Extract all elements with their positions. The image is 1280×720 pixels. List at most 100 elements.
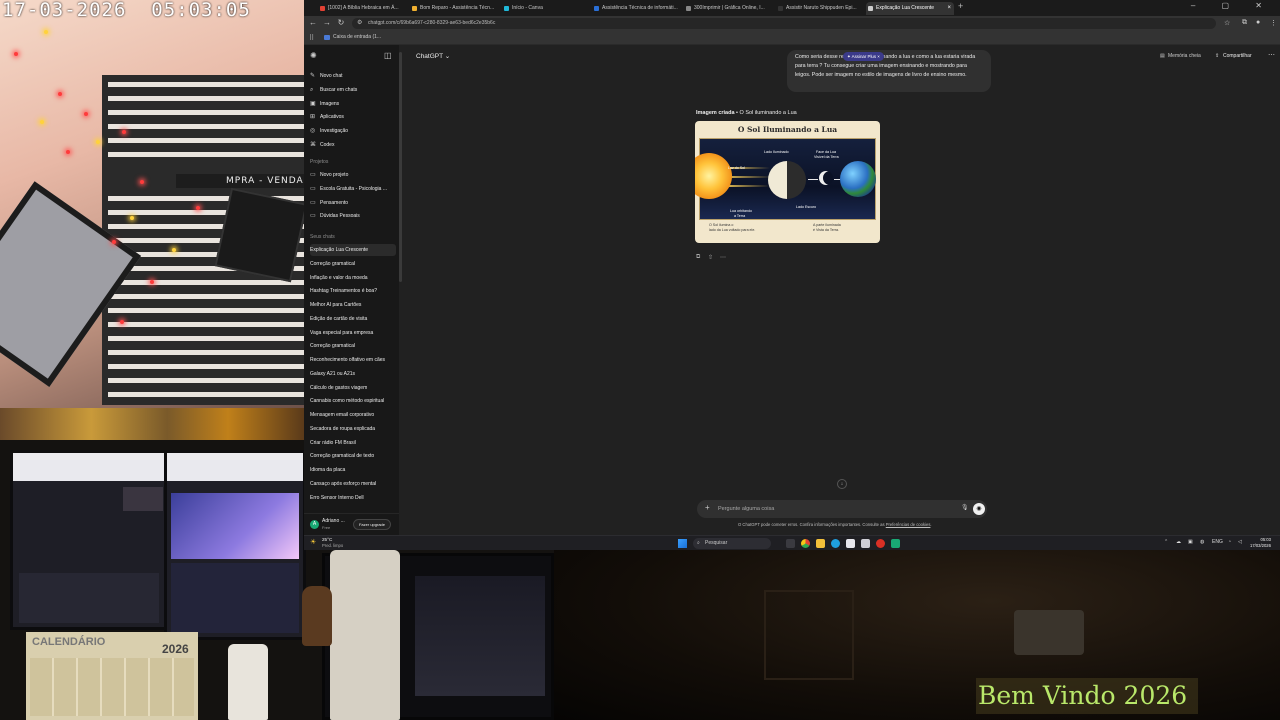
scroll-down-button[interactable]: ↓ [837,479,847,489]
sidebar-nav-item[interactable]: ▣ Imagens [310,98,396,110]
chrome-icon[interactable] [801,539,810,548]
sidebar-nav-item-icon: ◎ [310,128,316,135]
weather-temperature[interactable]: 25°C [322,537,332,542]
sidebar-chat-item[interactable]: Melhor AI para Cartões [310,299,396,311]
sidebar-nav-item-icon: ⌕ [310,86,314,93]
toggle-sidebar-icon[interactable]: ◫ [384,51,392,60]
sidebar-chat-item[interactable]: Erro Sensor Interno Dell [310,492,396,504]
forward-icon[interactable]: → [322,18,332,27]
tab-3[interactable]: Início - Canva [502,2,590,15]
start-button[interactable] [678,539,687,548]
memory-full-indicator[interactable]: ▤ Memória cheia [1160,53,1201,59]
attach-plus-icon[interactable]: + [705,503,710,512]
address-bar[interactable]: ⚙ chatgpt.com/c/69b6a697-c280-8329-ae63-… [352,18,1216,29]
sidebar-chat-item[interactable]: Cansaço após esforço mental [310,478,396,490]
share-button[interactable]: ⇪ Compartilhar [1215,53,1252,59]
microphone-icon[interactable]: 🎙︎ [961,504,969,511]
reload-icon[interactable]: ↻ [336,18,346,27]
sidebar-chat-item[interactable]: Cannabis como método espiritual [310,395,396,407]
sidebar-chat-item-label: Cálculo de gastos viagem [310,384,368,391]
tab-label: [1002] A Bíblia Hebraica em Á... [328,5,399,11]
avatar[interactable]: A [310,520,319,529]
window-controls[interactable]: – ▢ ✕ [1191,1,1274,10]
tab-6[interactable]: Assistir Naruto Shippuden Epi... [776,2,864,15]
bookmark-star-icon[interactable]: ☆ [1224,19,1230,27]
back-icon[interactable]: ← [308,18,318,27]
more-options-icon[interactable]: ⋯ [1268,51,1275,59]
wifi-icon[interactable]: ◔ [1228,539,1231,545]
sidebar-chat-item[interactable]: Hashtag Treinamentos é boa? [310,285,396,297]
task-view-icon[interactable] [786,539,795,548]
taskbar-search[interactable]: ⌕ Pesquisar [693,538,771,549]
sidebar-chat-item-label: Criar rádio FM Brasil [310,439,356,446]
sidebar-chat-item[interactable]: Inflação e valor da moeda [310,272,396,284]
bookmark-inbox[interactable]: Caixa de entrada (1... [324,34,381,40]
sidebar-chat-item[interactable]: Reconhecimento olfativo em cães [310,354,396,366]
sidebar-chat-item[interactable]: Correção gramatical de texto [310,450,396,462]
sidebar-project-item[interactable]: ▭ Escola Gratuita - Psicologia ... [310,183,396,195]
sidebar-nav-item[interactable]: ⌘ Codex [310,139,396,151]
subscribe-plus-badge[interactable]: ✦ Assinar Plus × [843,52,884,61]
chatgpt-app-icon[interactable] [891,539,900,548]
sidebar-nav-item[interactable]: ⊞ Aplicativos [310,111,396,123]
sidebar-chat-item[interactable]: Galaxy A21 ou A21s [310,368,396,380]
voice-mode-button[interactable]: ◉ [973,503,985,515]
edge-icon[interactable] [831,539,840,548]
copy-icon[interactable]: ⧉ [696,254,700,261]
user-plan: Free [322,525,331,530]
media-app-icon[interactable] [876,539,885,548]
cookie-preferences-link[interactable]: Preferências de cookies [886,522,931,527]
file-explorer-icon[interactable] [816,539,825,548]
tray-app2-icon[interactable]: ◍ [1200,539,1204,545]
sidebar-chat-item[interactable]: Explicação Lua Crescente [310,244,396,256]
model-selector[interactable]: ChatGPT ⌄ [416,52,450,60]
generated-image[interactable]: O Sol Iluminando a Lua Luz do Sol Lado I… [695,121,880,243]
app-icon[interactable] [861,539,870,548]
sidebar-nav-item[interactable]: ⌕ Buscar em chats [310,84,396,96]
sidebar-chat-item[interactable]: Correção gramatical [310,340,396,352]
weather-icon[interactable]: ☀ [310,538,316,546]
profile-icon[interactable]: ● [1256,19,1260,26]
tray-expand-icon[interactable]: ⌃ [1164,539,1168,545]
share-image-icon[interactable]: ⇧ [708,254,713,261]
sidebar-chat-item[interactable]: Criar rádio FM Brasil [310,437,396,449]
prompt-input[interactable] [718,504,948,514]
site-info-icon[interactable]: ⚙ [357,18,362,29]
memory-label: Memória cheia [1168,53,1201,59]
disclaimer: O ChatGPT pode cometer erros. Confira in… [738,522,932,527]
sidebar-chat-item[interactable]: Cálculo de gastos viagem [310,382,396,394]
store-icon[interactable] [846,539,855,548]
new-tab-button[interactable]: + [958,1,963,11]
sidebar-nav-item[interactable]: ✎ Novo chat [310,70,396,82]
sidebar-chat-item[interactable]: Vaga especial para empresa [310,327,396,339]
extensions-icon[interactable]: ⧉ [1242,19,1247,27]
sidebar-chat-item[interactable]: Correção gramatical [310,258,396,270]
system-clock[interactable]: 05:03 17/03/2026 [1250,537,1271,549]
tab-1[interactable]: [1002] A Bíblia Hebraica em Á... [318,2,406,15]
tray-app-icon[interactable]: ▣ [1188,539,1193,545]
user-account[interactable]: A Adriano ... Free Fazer upgrade [304,513,399,535]
sidebar-chat-item[interactable]: Edição de cartão de visita [310,313,396,325]
openai-logo-icon[interactable]: ✺ [310,51,317,60]
tab-5[interactable]: 300Imprimir | Gráfica Online, I... [684,2,772,15]
tray-cloud-icon[interactable]: ☁ [1176,539,1181,545]
sidebar-chat-item[interactable]: Idioma da placa [310,464,396,476]
sidebar-nav-item[interactable]: ◎ Investigação [310,125,396,137]
sidebar-chat-item[interactable]: Mensagem email corporativo [310,409,396,421]
close-tab-icon[interactable]: × [947,2,951,15]
volume-icon[interactable]: ◁ [1238,539,1242,545]
tab-2[interactable]: Bom Reparo - Assistência Técn... [410,2,498,15]
sidebar-project-item[interactable]: ▭ Novo projeto [310,169,396,181]
tab-active[interactable]: Explicação Lua Crescente × [866,2,954,15]
browser-menu-icon[interactable]: ⋮ [1270,19,1277,27]
upgrade-button[interactable]: Fazer upgrade [353,519,391,530]
image-caption: Imagem criada • O Sol iluminando a Lua [696,110,797,116]
tab-4[interactable]: Assistência Técnica de informáti... [592,2,680,15]
screen: MPRA - VENDA 17-03-2026 05:03:05 CALENDÁ… [0,0,1280,720]
language-indicator[interactable]: ENG [1212,539,1223,545]
more-actions-icon[interactable]: ⋯ [720,254,726,261]
sidebar-project-item[interactable]: ▭ Pensamento [310,197,396,209]
apps-grid-icon[interactable]: ⠿ [309,34,314,42]
sidebar-project-item[interactable]: ▭ Dúvidas Pessoais [310,210,396,222]
sidebar-chat-item[interactable]: Secadora de roupa explicada [310,423,396,435]
